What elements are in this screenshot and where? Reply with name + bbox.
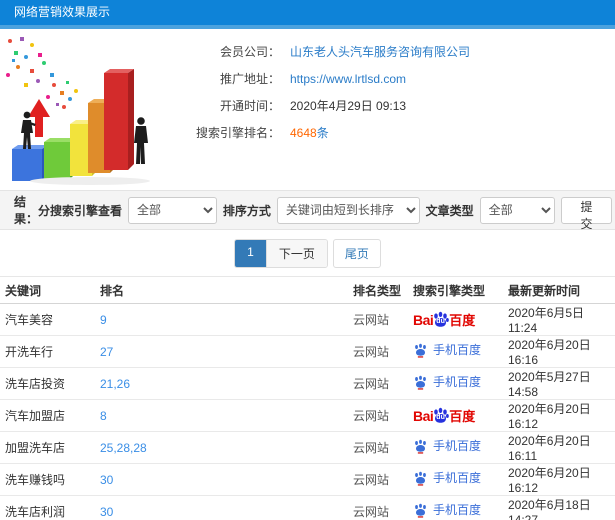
col-engine-type: 搜索引擎类型 <box>408 276 503 304</box>
rank-cell: 30 <box>95 495 348 520</box>
results-table: 关键词 排名 排名类型 搜索引擎类型 最新更新时间 汽车美容 9 云网站 Bai… <box>0 276 615 520</box>
company-row: 会员公司： 山东老人头汽车服务咨询有限公司 <box>170 38 470 65</box>
table-row: 汽车美容 9 云网站 Bai du 百度 2020年6月5日 11:24 <box>0 303 615 336</box>
engine-cell: 手机百度 <box>408 431 503 464</box>
table-row: 洗车店利润 30 云网站 手机百度 2020年6月18日 14:27 <box>0 495 615 520</box>
mobile-baidu-logo: 手机百度 <box>413 471 481 486</box>
filter-bar: 结果： 分搜索引擎查看 全部 排序方式 关键词由短到长排序 文章类型 全部 提交 <box>0 190 615 231</box>
company-label: 会员公司： <box>219 45 280 59</box>
rank-cell: 25,28,28 <box>95 431 348 464</box>
page-title: 网络营销效果展示 <box>14 5 111 19</box>
keyword-cell: 汽车美容 <box>0 303 95 336</box>
rank-type-cell: 云网站 <box>348 303 408 336</box>
rank-cell: 21,26 <box>95 367 348 400</box>
engine-rank-label: 搜索引擎排名： <box>195 126 280 140</box>
article-type-label: 文章类型 <box>425 203 474 218</box>
updated-cell: 2020年6月20日 16:11 <box>503 431 615 464</box>
baidu-paw-icon: du <box>432 311 450 328</box>
filter-controls: 分搜索引擎查看 全部 排序方式 关键词由短到长排序 文章类型 全部 提交 <box>38 196 613 231</box>
rank-type-cell: 云网站 <box>348 367 408 400</box>
updated-cell: 2020年6月5日 11:24 <box>503 303 615 336</box>
sort-select[interactable]: 关键词由短到长排序 <box>276 196 420 224</box>
engine-cell: 手机百度 <box>408 463 503 496</box>
rank-type-cell: 云网站 <box>348 463 408 496</box>
engine-cell: 手机百度 <box>408 495 503 520</box>
engine-cell: Bai du 百度 <box>408 399 503 432</box>
table-row: 开洗车行 27 云网站 手机百度 2020年6月20日 16:16 <box>0 335 615 368</box>
table-header-row: 关键词 排名 排名类型 搜索引擎类型 最新更新时间 <box>0 276 615 304</box>
mobile-baidu-paw-icon <box>415 503 426 518</box>
mobile-baidu-paw-icon <box>415 375 426 390</box>
mobile-baidu-logo: 手机百度 <box>413 375 481 390</box>
keyword-cell: 汽车加盟店 <box>0 399 95 432</box>
engine-filter-select[interactable]: 全部 <box>128 196 217 224</box>
keyword-cell: 开洗车行 <box>0 335 95 368</box>
pagination: 1 下一页 尾页 <box>0 230 615 276</box>
last-page-button[interactable]: 尾页 <box>332 238 381 268</box>
company-link[interactable]: 山东老人头汽车服务咨询有限公司 <box>290 43 470 60</box>
engine-rank-row: 搜索引擎排名： 4648条 <box>170 119 470 146</box>
col-rank: 排名 <box>95 276 348 304</box>
sort-label: 排序方式 <box>222 203 271 218</box>
account-info-list: 会员公司： 山东老人头汽车服务咨询有限公司 推广地址： https://www.… <box>170 29 470 190</box>
col-keyword: 关键词 <box>0 276 95 304</box>
open-time-value: 2020年4月29日 09:13 <box>290 99 407 113</box>
rank-type-cell: 云网站 <box>348 335 408 368</box>
col-rank-type: 排名类型 <box>348 276 408 304</box>
updated-cell: 2020年6月20日 16:16 <box>503 335 615 368</box>
rank-cell: 27 <box>95 335 348 368</box>
mobile-baidu-paw-icon <box>415 439 426 454</box>
baidu-logo: Bai du 百度 <box>413 311 476 328</box>
mobile-baidu-paw-icon <box>415 343 426 358</box>
rank-type-cell: 云网站 <box>348 495 408 520</box>
person-left <box>21 111 36 149</box>
keyword-cell: 洗车赚钱吗 <box>0 463 95 496</box>
updated-cell: 2020年6月20日 16:12 <box>503 463 615 496</box>
table-row: 洗车店投资 21,26 云网站 手机百度 2020年5月27日 14:58 <box>0 367 615 400</box>
confetti-dots <box>6 37 78 109</box>
col-updated: 最新更新时间 <box>503 276 615 304</box>
rank-cell: 30 <box>95 463 348 496</box>
promo-url-row: 推广地址： https://www.lrtlsd.com <box>170 65 470 92</box>
promo-url-label: 推广地址： <box>219 72 280 86</box>
bar-chart-illustration <box>0 29 170 189</box>
page-header: 网络营销效果展示 <box>0 0 615 25</box>
person-right <box>134 117 148 164</box>
result-label: 结果： <box>14 195 39 226</box>
keyword-cell: 洗车店利润 <box>0 495 95 520</box>
table-row: 汽车加盟店 8 云网站 Bai du 百度 2020年6月20日 16:12 <box>0 399 615 432</box>
page-current[interactable]: 1 <box>235 239 266 267</box>
baidu-logo: Bai du 百度 <box>413 407 476 424</box>
updated-cell: 2020年6月18日 14:27 <box>503 495 615 520</box>
table-row: 加盟洗车店 25,28,28 云网站 手机百度 2020年6月20日 16:11 <box>0 431 615 464</box>
table-row: 洗车赚钱吗 30 云网站 手机百度 2020年6月20日 16:12 <box>0 463 615 496</box>
mobile-baidu-logo: 手机百度 <box>413 503 481 518</box>
updated-cell: 2020年6月20日 16:12 <box>503 399 615 432</box>
rank-cell: 9 <box>95 303 348 336</box>
rank-cell: 8 <box>95 399 348 432</box>
next-page-button[interactable]: 下一页 <box>265 239 327 267</box>
engine-cell: 手机百度 <box>408 335 503 368</box>
rank-type-cell: 云网站 <box>348 431 408 464</box>
engine-cell: Bai du 百度 <box>408 303 503 336</box>
promo-url-link[interactable]: https://www.lrtlsd.com <box>290 72 406 86</box>
rank-type-cell: 云网站 <box>348 399 408 432</box>
mobile-baidu-paw-icon <box>415 471 426 486</box>
updated-cell: 2020年5月27日 14:58 <box>503 367 615 400</box>
engine-cell: 手机百度 <box>408 367 503 400</box>
baidu-paw-icon: du <box>432 407 450 424</box>
open-time-label: 开通时间： <box>219 99 280 113</box>
keyword-cell: 加盟洗车店 <box>0 431 95 464</box>
engine-rank-unit: 条 <box>316 126 329 140</box>
engine-filter-label: 分搜索引擎查看 <box>38 203 123 218</box>
open-time-row: 开通时间： 2020年4月29日 09:13 <box>170 92 470 119</box>
article-type-select[interactable]: 全部 <box>479 196 555 224</box>
account-info-section: 会员公司： 山东老人头汽车服务咨询有限公司 推广地址： https://www.… <box>0 29 615 190</box>
keyword-cell: 洗车店投资 <box>0 367 95 400</box>
engine-rank-count: 4648 <box>290 126 317 140</box>
submit-button[interactable]: 提交 <box>560 196 613 231</box>
mobile-baidu-logo: 手机百度 <box>413 439 481 454</box>
mobile-baidu-logo: 手机百度 <box>413 343 481 358</box>
